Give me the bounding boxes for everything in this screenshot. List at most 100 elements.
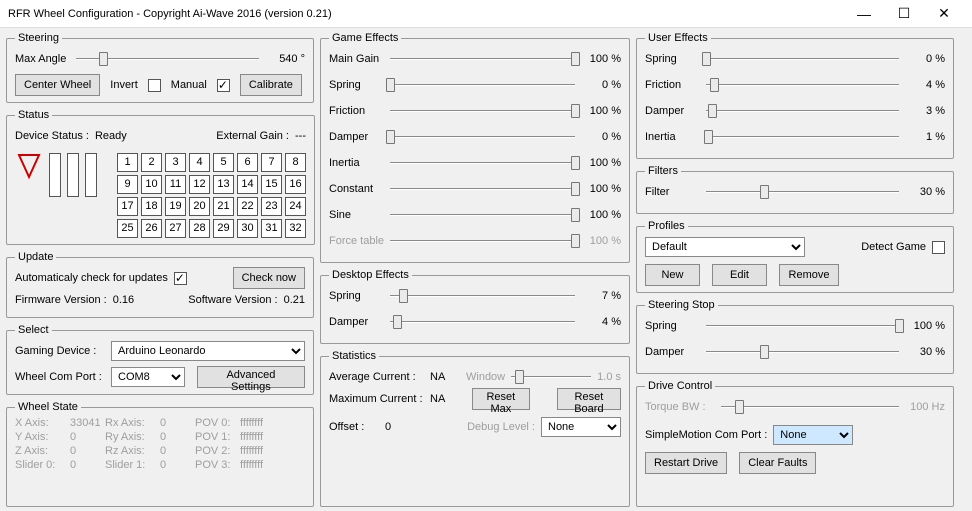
slider-value: 100 % bbox=[905, 320, 945, 332]
slider-label: Damper bbox=[329, 316, 384, 328]
center-wheel-button[interactable]: Center Wheel bbox=[15, 74, 100, 96]
slider-value: 100 % bbox=[581, 157, 621, 169]
wheel-state-cell: Ry Axis: bbox=[105, 431, 160, 443]
status-button[interactable]: 29 bbox=[213, 219, 234, 238]
status-button[interactable]: 23 bbox=[261, 197, 282, 216]
auto-update-checkbox[interactable] bbox=[174, 272, 187, 285]
status-button[interactable]: 8 bbox=[285, 153, 306, 172]
slider[interactable] bbox=[706, 319, 899, 333]
close-button[interactable]: ✕ bbox=[924, 5, 964, 22]
slider[interactable] bbox=[390, 52, 575, 66]
profile-remove-button[interactable]: Remove bbox=[779, 264, 839, 286]
status-button[interactable]: 25 bbox=[117, 219, 138, 238]
slider-value: 4 % bbox=[905, 79, 945, 91]
status-button[interactable]: 20 bbox=[189, 197, 210, 216]
sm-port-combo[interactable]: None bbox=[773, 425, 853, 445]
wheel-state-cell: Rz Axis: bbox=[105, 445, 160, 457]
wheel-state-cell: Y Axis: bbox=[15, 431, 70, 443]
invert-checkbox[interactable] bbox=[148, 79, 161, 92]
pointer-icon bbox=[15, 153, 43, 181]
slider[interactable] bbox=[706, 130, 899, 144]
status-button[interactable]: 1 bbox=[117, 153, 138, 172]
calibrate-button[interactable]: Calibrate bbox=[240, 74, 302, 96]
status-button[interactable]: 17 bbox=[117, 197, 138, 216]
reset-board-button[interactable]: Reset Board bbox=[557, 388, 621, 410]
check-now-button[interactable]: Check now bbox=[233, 267, 305, 289]
debug-level-combo[interactable]: None bbox=[541, 417, 621, 437]
status-button[interactable]: 18 bbox=[141, 197, 162, 216]
wheel-state-cell: ffffffff bbox=[240, 431, 290, 443]
slider[interactable] bbox=[390, 182, 575, 196]
slider[interactable] bbox=[706, 345, 899, 359]
steering-group: Steering Max Angle 540 ° Center Wheel In… bbox=[6, 32, 314, 103]
maximize-button[interactable]: ☐ bbox=[884, 5, 924, 22]
status-button[interactable]: 14 bbox=[237, 175, 258, 194]
status-button[interactable]: 31 bbox=[261, 219, 282, 238]
status-button[interactable]: 11 bbox=[165, 175, 186, 194]
profile-new-button[interactable]: New bbox=[645, 264, 700, 286]
profile-edit-button[interactable]: Edit bbox=[712, 264, 767, 286]
wheel-state-cell: Z Axis: bbox=[15, 445, 70, 457]
status-button[interactable]: 19 bbox=[165, 197, 186, 216]
slider[interactable] bbox=[390, 130, 575, 144]
status-button[interactable]: 15 bbox=[261, 175, 282, 194]
status-button[interactable]: 24 bbox=[285, 197, 306, 216]
minimize-button[interactable]: ― bbox=[844, 6, 884, 22]
slider[interactable] bbox=[706, 78, 899, 92]
status-button[interactable]: 28 bbox=[189, 219, 210, 238]
axis-bar bbox=[85, 153, 97, 197]
manual-checkbox[interactable] bbox=[217, 79, 230, 92]
status-button[interactable]: 22 bbox=[237, 197, 258, 216]
status-button[interactable]: 21 bbox=[213, 197, 234, 216]
status-button[interactable]: 16 bbox=[285, 175, 306, 194]
status-button[interactable]: 5 bbox=[213, 153, 234, 172]
wheel-port-label: Wheel Com Port : bbox=[15, 371, 105, 383]
status-button[interactable]: 4 bbox=[189, 153, 210, 172]
status-button[interactable]: 3 bbox=[165, 153, 186, 172]
drive-control-group: Drive Control Torque BW : 100 Hz SimpleM… bbox=[636, 380, 954, 507]
status-button[interactable]: 27 bbox=[165, 219, 186, 238]
slider[interactable] bbox=[390, 156, 575, 170]
status-button[interactable]: 2 bbox=[141, 153, 162, 172]
torque-bw-slider[interactable] bbox=[721, 400, 899, 414]
slider[interactable] bbox=[390, 315, 575, 329]
profile-combo[interactable]: Default bbox=[645, 237, 805, 257]
wheel-port-combo[interactable]: COM8 bbox=[111, 367, 185, 387]
max-angle-value: 540 ° bbox=[265, 53, 305, 65]
status-button[interactable]: 30 bbox=[237, 219, 258, 238]
sw-version-label: Software Version : bbox=[188, 294, 277, 306]
device-status-value: Ready bbox=[95, 130, 127, 142]
slider[interactable] bbox=[390, 78, 575, 92]
clear-faults-button[interactable]: Clear Faults bbox=[739, 452, 816, 474]
detect-game-checkbox[interactable] bbox=[932, 241, 945, 254]
slider-label: Damper bbox=[645, 105, 700, 117]
wheel-state-cell: Slider 1: bbox=[105, 459, 160, 471]
slider[interactable] bbox=[706, 52, 899, 66]
slider-value: 30 % bbox=[905, 346, 945, 358]
slider[interactable] bbox=[390, 104, 575, 118]
status-button[interactable]: 26 bbox=[141, 219, 162, 238]
max-angle-slider[interactable] bbox=[76, 52, 259, 66]
slider-label: Spring bbox=[645, 320, 700, 332]
slider[interactable] bbox=[390, 208, 575, 222]
gaming-device-combo[interactable]: Arduino Leonardo bbox=[111, 341, 305, 361]
avg-current-label: Average Current : bbox=[329, 371, 424, 383]
statistics-group: Statistics Average Current : NA Window 1… bbox=[320, 350, 630, 507]
status-button[interactable]: 7 bbox=[261, 153, 282, 172]
status-button[interactable]: 32 bbox=[285, 219, 306, 238]
slider[interactable] bbox=[706, 185, 899, 199]
status-button[interactable]: 10 bbox=[141, 175, 162, 194]
status-button[interactable]: 9 bbox=[117, 175, 138, 194]
status-button[interactable]: 6 bbox=[237, 153, 258, 172]
game-effects-group: Game Effects Main Gain100 %Spring0 %Fric… bbox=[320, 32, 630, 263]
status-button[interactable]: 13 bbox=[213, 175, 234, 194]
reset-max-button[interactable]: Reset Max bbox=[472, 388, 530, 410]
avg-current-value: NA bbox=[430, 371, 460, 383]
status-button[interactable]: 12 bbox=[189, 175, 210, 194]
slider[interactable] bbox=[390, 289, 575, 303]
wheel-state-cell: 0 bbox=[160, 417, 195, 429]
slider[interactable] bbox=[706, 104, 899, 118]
restart-drive-button[interactable]: Restart Drive bbox=[645, 452, 727, 474]
window-slider[interactable] bbox=[511, 370, 591, 384]
advanced-settings-button[interactable]: Advanced Settings bbox=[197, 366, 305, 388]
